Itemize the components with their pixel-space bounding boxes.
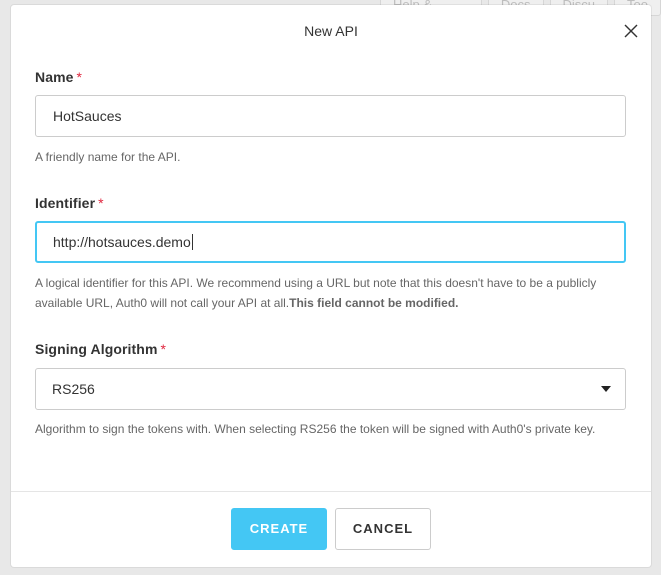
signing-algorithm-value: RS256: [52, 381, 95, 397]
new-api-dialog: New API Name * HotSauces A friendly name …: [11, 5, 651, 567]
required-mark: *: [160, 341, 167, 357]
name-help-text: A friendly name for the API.: [35, 150, 181, 164]
close-icon: [624, 24, 638, 38]
close-button[interactable]: [621, 21, 641, 41]
identifier-label-text: Identifier: [35, 195, 96, 211]
name-input[interactable]: HotSauces: [35, 95, 626, 137]
text-caret: [191, 234, 193, 250]
signing-algorithm-help-text: Algorithm to sign the tokens with. When …: [35, 422, 596, 436]
identifier-help-text: A logical identifier for this API. We re…: [35, 273, 625, 313]
name-label: Name *: [35, 69, 82, 85]
footer-divider: [11, 491, 651, 492]
name-input-value: HotSauces: [53, 108, 122, 124]
name-label-text: Name: [35, 69, 74, 85]
identifier-label: Identifier *: [35, 195, 104, 211]
identifier-input[interactable]: http://hotsauces.demo: [35, 221, 626, 263]
signing-algorithm-select[interactable]: RS256: [35, 368, 626, 410]
signing-algorithm-label: Signing Algorithm *: [35, 341, 166, 357]
cancel-button[interactable]: CANCEL: [335, 508, 431, 550]
required-mark: *: [76, 69, 83, 85]
identifier-input-value: http://hotsauces.demo: [53, 234, 191, 250]
signing-algorithm-label-text: Signing Algorithm: [35, 341, 158, 357]
dialog-title: New API: [304, 23, 358, 39]
required-mark: *: [98, 195, 104, 211]
identifier-help-warning: This field cannot be modified.: [289, 296, 459, 310]
dialog-header: New API: [11, 5, 651, 57]
caret-down-icon: [601, 386, 611, 392]
create-button[interactable]: CREATE: [231, 508, 327, 550]
identifier-input-wrap: http://hotsauces.demo: [53, 234, 193, 250]
